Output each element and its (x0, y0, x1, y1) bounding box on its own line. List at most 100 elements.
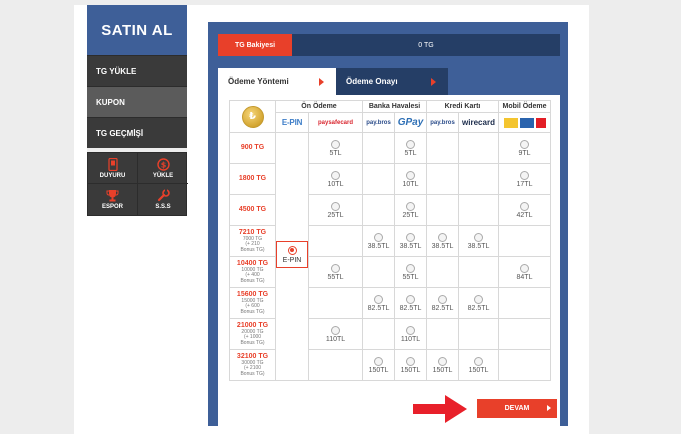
price-label: 10TL (402, 180, 419, 188)
continue-label: DEVAM (504, 405, 530, 412)
price-cell (308, 225, 363, 257)
sidebar-title: SATIN AL (87, 5, 187, 55)
payment-radio[interactable] (406, 356, 415, 366)
price-label: 5TL (404, 149, 417, 157)
payment-radio[interactable] (331, 325, 340, 335)
payment-radio[interactable] (520, 170, 529, 180)
tg-amount-cell: 15600 TG 15000 TG (+ 600 Bonus TG) (229, 287, 276, 319)
price-label: 42TL (516, 211, 533, 219)
price-cell (426, 132, 459, 164)
epin-selected-option[interactable]: E-PIN (276, 241, 308, 268)
price-cell (362, 163, 395, 195)
tg-amount: 4500 TG (238, 206, 267, 214)
payment-radio[interactable] (406, 139, 415, 149)
price-label: 150TL (432, 366, 453, 374)
payment-content: ₺ Ön Ödeme Banka Havalesi Kredi Kartı Mo… (218, 95, 560, 426)
price-label: 55TL (402, 273, 419, 281)
payment-radio[interactable] (406, 325, 415, 335)
price-cell: 150TL (458, 349, 499, 381)
price-label: 150TL (400, 366, 421, 374)
sidebar-item-tg-gecmisi[interactable]: TG GEÇMİŞİ (87, 117, 187, 148)
payment-radio[interactable] (374, 294, 383, 304)
price-cell: 150TL (362, 349, 395, 381)
payment-radio[interactable] (406, 232, 415, 242)
sidebar-grid-yukle[interactable]: $ YÜKLE (138, 153, 188, 184)
tab-odeme-onayi[interactable]: Ödeme Onayı (336, 68, 448, 95)
continue-button[interactable]: DEVAM (477, 399, 557, 418)
turkcell-icon (519, 117, 534, 128)
payment-radio[interactable] (438, 232, 447, 242)
price-label: 38.5TL (399, 242, 422, 250)
payment-radio[interactable] (331, 139, 340, 149)
price-cell: 38.5TL (362, 225, 395, 257)
price-cell: 25TL (394, 194, 427, 226)
turk-telekom-icon (503, 117, 518, 128)
payment-radio[interactable] (331, 201, 340, 211)
tg-coin-icon: ₺ (241, 105, 264, 128)
payment-radio[interactable] (406, 170, 415, 180)
payment-radio[interactable] (438, 356, 447, 366)
table-row: 900 TG E-PIN 5TL 5TL 9TL (229, 132, 551, 381)
epin-column-cell: E-PIN (275, 132, 309, 381)
price-label: 5TL (329, 149, 342, 157)
price-label: 38.5TL (367, 242, 390, 250)
price-label: 110TL (325, 335, 346, 343)
payment-radio[interactable] (520, 201, 529, 211)
payment-radio[interactable] (374, 356, 383, 366)
payment-radio[interactable] (331, 263, 340, 273)
price-cell: 55TL (308, 256, 363, 288)
price-cell (362, 194, 395, 226)
tab-odeme-yontemi[interactable]: Ödeme Yöntemi (218, 68, 336, 95)
dollar-coin-icon: $ (156, 157, 170, 171)
tg-amount: 32100 TG 30000 TG (+ 2100 Bonus TG) (236, 352, 269, 377)
price-cell (498, 287, 551, 319)
mobile-operators-logo (498, 112, 551, 133)
payment-radio[interactable] (406, 201, 415, 211)
epin-radio[interactable] (287, 245, 297, 255)
purchase-panel: TG Bakiyesi 0 TG Ödeme Yöntemi Ödeme Ona… (208, 22, 568, 426)
price-cell: 5TL (308, 132, 363, 164)
price-cell (458, 194, 499, 226)
payment-radio[interactable] (374, 232, 383, 242)
payment-radio[interactable] (520, 139, 529, 149)
sidebar-grid-label: YÜKLE (152, 172, 174, 179)
payment-radio[interactable] (406, 263, 415, 273)
sidebar-item-kupon[interactable]: KUPON (87, 86, 187, 117)
sidebar-grid-espor[interactable]: ESPOR (88, 184, 138, 215)
svg-text:$: $ (160, 160, 166, 169)
sidebar-grid-label: DUYURU (99, 172, 126, 179)
sidebar-grid-duyuru[interactable]: DUYURU (88, 153, 138, 184)
epin-selected-label: E-PIN (282, 256, 302, 264)
paysafecard-logo: paysafecard (308, 112, 363, 133)
sidebar-grid-sss[interactable]: S.S.S (138, 184, 188, 215)
price-cell: 55TL (394, 256, 427, 288)
payment-radio[interactable] (406, 294, 415, 304)
price-cell (426, 318, 459, 350)
payment-radio[interactable] (331, 170, 340, 180)
price-cell: 10TL (394, 163, 427, 195)
price-cell: 5TL (394, 132, 427, 164)
tg-amount: 21000 TG 20000 TG (+ 1000 Bonus TG) (236, 321, 269, 346)
price-cell: 38.5TL (394, 225, 427, 257)
paybros-card-logo: pay.bros (426, 112, 459, 133)
sidebar-item-tg-yukle[interactable]: TG YÜKLE (87, 55, 187, 86)
tg-coin-cell: ₺ (229, 100, 276, 133)
trophy-icon (106, 189, 119, 202)
price-label: 38.5TL (467, 242, 490, 250)
tg-amount-cell: 10400 TG 10000 TG (+ 400 Bonus TG) (229, 256, 276, 288)
payment-radio[interactable] (520, 263, 529, 273)
payment-radio[interactable] (474, 232, 483, 242)
price-cell: 82.5TL (394, 287, 427, 319)
payment-radio[interactable] (474, 294, 483, 304)
price-label: 82.5TL (367, 304, 390, 312)
price-cell (458, 163, 499, 195)
wirecard-logo: wirecard (458, 112, 499, 133)
price-cell: 9TL (498, 132, 551, 164)
price-cell (308, 349, 363, 381)
payment-radio[interactable] (438, 294, 447, 304)
tg-amount-cell: 4500 TG (229, 194, 276, 226)
payment-radio[interactable] (474, 356, 483, 366)
price-cell: 110TL (308, 318, 363, 350)
tab-label: Ödeme Yöntemi (228, 77, 289, 86)
balance-value: 0 TG (418, 41, 434, 49)
